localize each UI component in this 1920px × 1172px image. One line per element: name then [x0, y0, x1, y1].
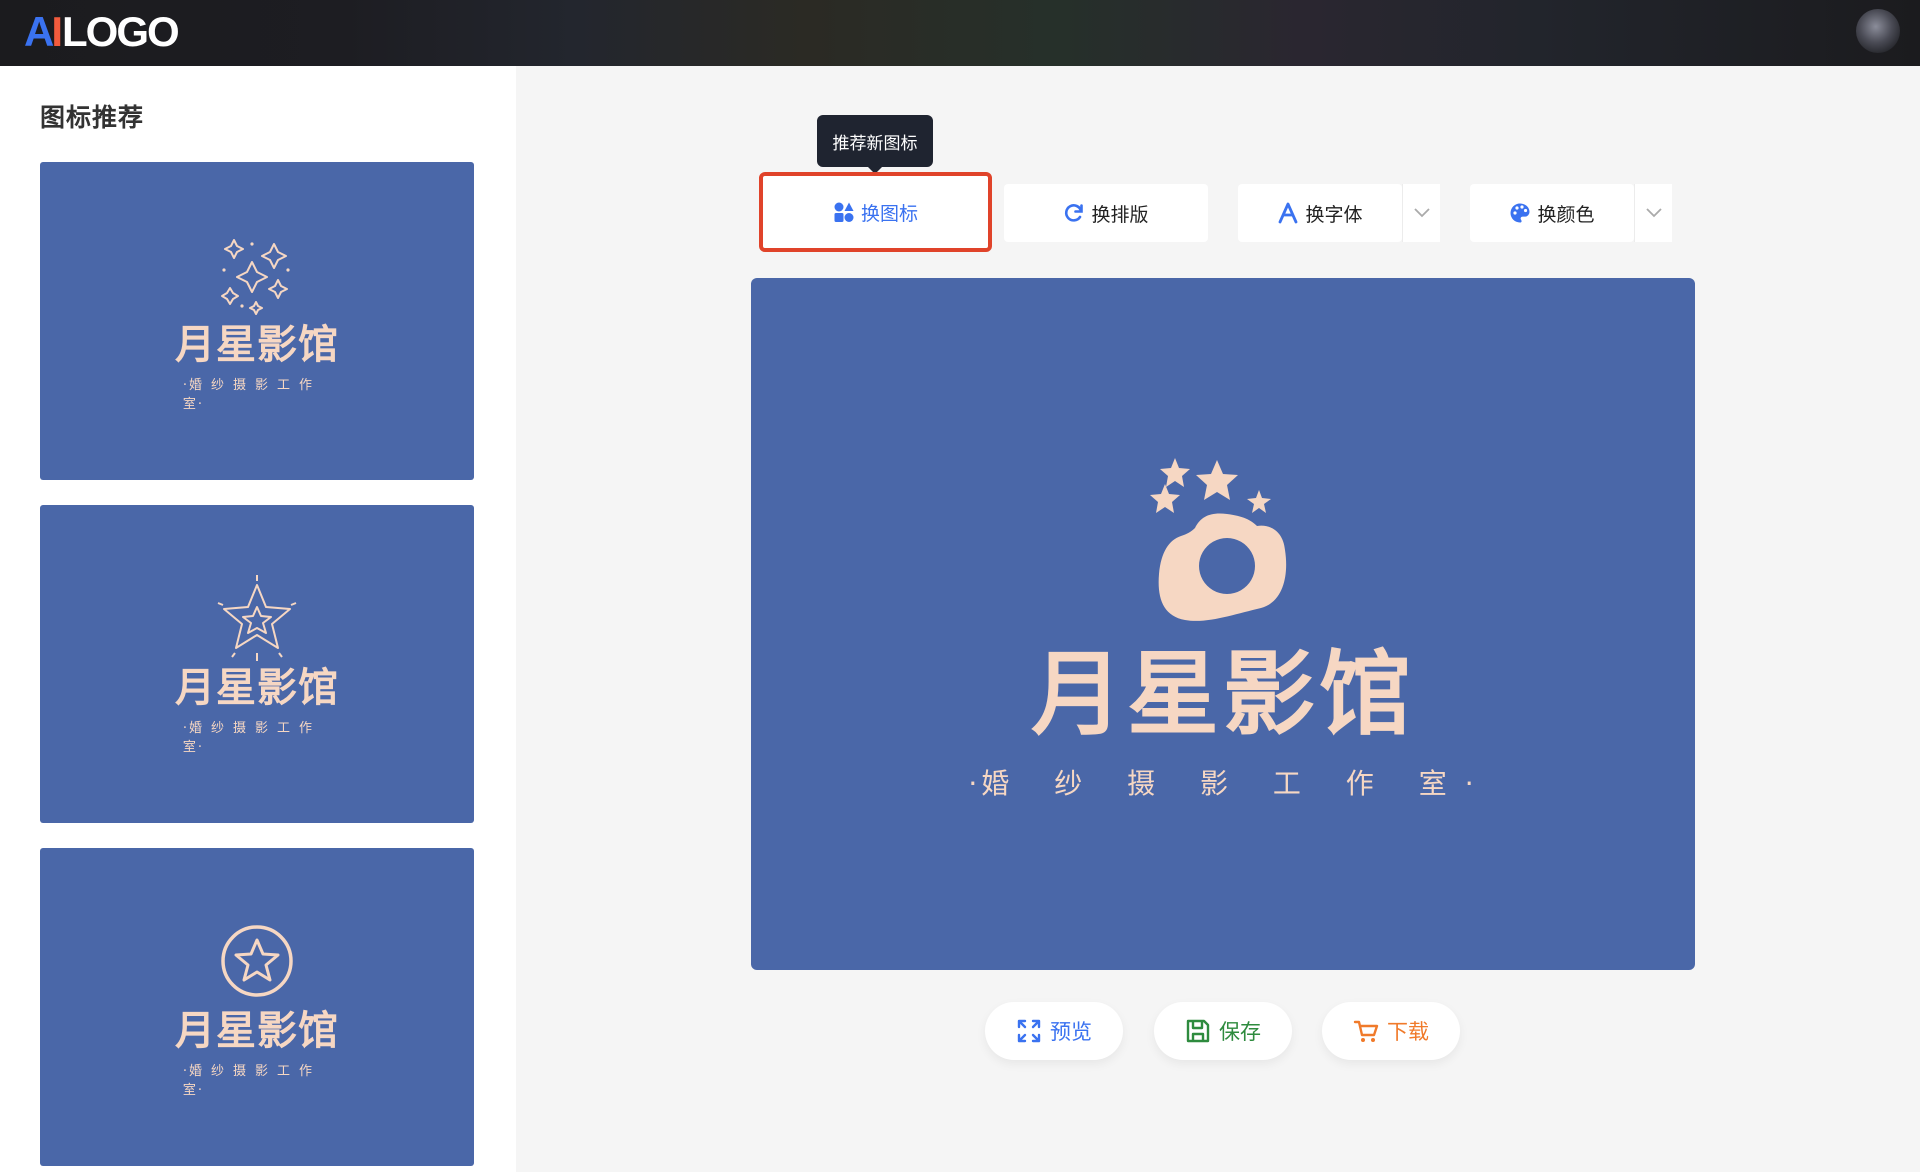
- recommend-card-2[interactable]: 月星影馆 婚纱摄影工作室: [40, 505, 474, 823]
- change-font-label: 换字体: [1305, 203, 1363, 226]
- card-name: 月星影馆: [175, 664, 339, 711]
- star-burst-icon: [217, 575, 297, 661]
- top-bar: A I LOGO: [0, 0, 1920, 66]
- logo-letter-i: I: [51, 8, 63, 55]
- card-name: 月星影馆: [175, 1007, 339, 1054]
- logo-letter-a: A: [24, 8, 54, 55]
- sparkles-icon: [221, 239, 290, 315]
- subtitle-dot-left: ·: [968, 767, 982, 800]
- change-icon-label: 换图标: [860, 202, 918, 225]
- shapes-icon: [834, 202, 854, 222]
- recommend-card-1[interactable]: 月星影馆 婚纱摄影工作室: [40, 162, 474, 480]
- change-color-button[interactable]: 换颜色: [1470, 184, 1634, 242]
- subtitle-dot-right: ·: [1464, 767, 1478, 800]
- card-subtitle: 婚纱摄影工作室: [174, 717, 340, 755]
- user-avatar[interactable]: [1856, 9, 1900, 53]
- camera-stars-icon: [1150, 458, 1287, 621]
- logo-preview-canvas[interactable]: 月星影馆 ·婚 纱 摄 影 工 作 室·: [751, 278, 1695, 970]
- change-color-label: 换颜色: [1537, 203, 1595, 226]
- star-circle-icon: [221, 925, 293, 997]
- brand-logo[interactable]: A I LOGO: [24, 8, 180, 56]
- refresh-icon: [1065, 204, 1084, 222]
- card-subtitle: 婚纱摄影工作室: [174, 1060, 340, 1098]
- sidebar-title: 图标推荐: [40, 103, 145, 132]
- logo-word: LOGO: [62, 8, 180, 55]
- font-a-icon: [1279, 202, 1298, 224]
- chevron-down-icon: [1645, 208, 1662, 218]
- change-icon-button[interactable]: 换图标: [759, 172, 992, 252]
- preview-brand-name: 月星影馆: [1030, 640, 1415, 748]
- palette-icon: [1510, 203, 1530, 223]
- download-button[interactable]: 下载: [1322, 1002, 1460, 1060]
- expand-icon: [1017, 1019, 1041, 1043]
- preview-subtitle: ·婚 纱 摄 影 工 作 室·: [751, 762, 1695, 802]
- card-name: 月星影馆: [175, 321, 339, 368]
- change-font-button[interactable]: 换字体: [1238, 184, 1402, 242]
- download-label: 下载: [1387, 1020, 1429, 1044]
- preview-label: 预览: [1050, 1020, 1092, 1044]
- change-layout-label: 换排版: [1091, 203, 1149, 226]
- recommend-card-3[interactable]: 月星影馆 婚纱摄影工作室: [40, 848, 474, 1166]
- cart-icon: [1353, 1020, 1379, 1042]
- save-icon: [1186, 1019, 1210, 1043]
- color-dropdown-toggle[interactable]: [1634, 184, 1672, 242]
- save-button[interactable]: 保存: [1154, 1002, 1292, 1060]
- preview-subtitle-text: 婚 纱 摄 影 工 作 室: [981, 767, 1465, 800]
- preview-button[interactable]: 预览: [985, 1002, 1123, 1060]
- chevron-down-icon: [1413, 208, 1430, 218]
- tooltip-recommend-new-icon: 推荐新图标: [817, 115, 933, 174]
- font-dropdown-toggle[interactable]: [1402, 184, 1440, 242]
- card-subtitle: 婚纱摄影工作室: [174, 374, 340, 412]
- icon-recommend-sidebar: 图标推荐 月星影馆 婚纱摄影工作室 月星影馆 婚纱摄影工作室: [0, 66, 516, 1172]
- change-layout-button[interactable]: 换排版: [1004, 184, 1208, 242]
- save-label: 保存: [1219, 1020, 1261, 1044]
